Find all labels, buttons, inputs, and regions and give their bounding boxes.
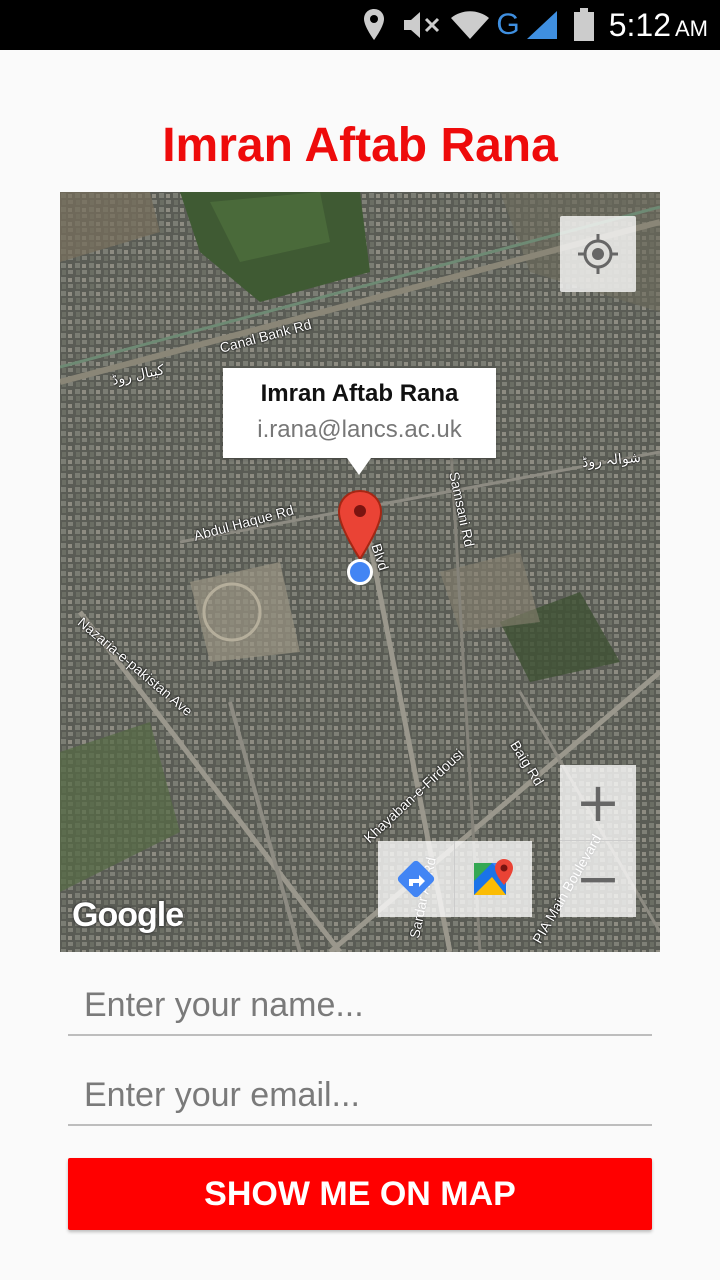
google-attribution-logo: Google xyxy=(72,896,184,934)
directions-button[interactable] xyxy=(378,841,455,917)
zoom-in-button[interactable]: + xyxy=(560,765,636,841)
google-maps-icon xyxy=(473,859,513,895)
status-bar: G 5:12 AM xyxy=(0,0,720,50)
plus-icon: + xyxy=(575,770,621,834)
email-input[interactable] xyxy=(68,1066,652,1126)
show-me-on-map-button[interactable]: SHOW ME ON MAP xyxy=(68,1158,652,1230)
battery-icon xyxy=(572,7,596,43)
my-location-button[interactable] xyxy=(560,216,636,292)
marker-info-window[interactable]: Imran Aftab Rana i.rana@lancs.ac.uk xyxy=(223,368,496,475)
open-google-maps-button[interactable] xyxy=(455,841,532,917)
clock-ampm: AM xyxy=(675,16,708,41)
name-input[interactable] xyxy=(68,976,652,1036)
page-title: Imran Aftab Rana xyxy=(162,119,558,172)
info-window-subtitle: i.rana@lancs.ac.uk xyxy=(257,416,462,443)
network-type-label: G xyxy=(496,8,520,41)
clock-time: 5:12 xyxy=(608,7,671,43)
minus-icon: − xyxy=(575,847,621,910)
map-view[interactable]: Canal Bank Rd کینال روڈ شوالہ روڈ Samsan… xyxy=(60,192,660,952)
zoom-out-button[interactable]: − xyxy=(560,841,636,917)
mute-icon xyxy=(402,7,442,43)
clock: 5:12 AM xyxy=(609,0,708,50)
my-location-dot-icon xyxy=(347,559,373,585)
map-marker-icon[interactable] xyxy=(337,489,383,566)
directions-icon xyxy=(397,860,435,898)
location-icon xyxy=(360,7,388,43)
wifi-icon xyxy=(450,7,490,43)
crosshair-icon xyxy=(578,234,618,274)
info-window-title: Imran Aftab Rana xyxy=(260,380,459,407)
signal-icon xyxy=(524,7,560,43)
